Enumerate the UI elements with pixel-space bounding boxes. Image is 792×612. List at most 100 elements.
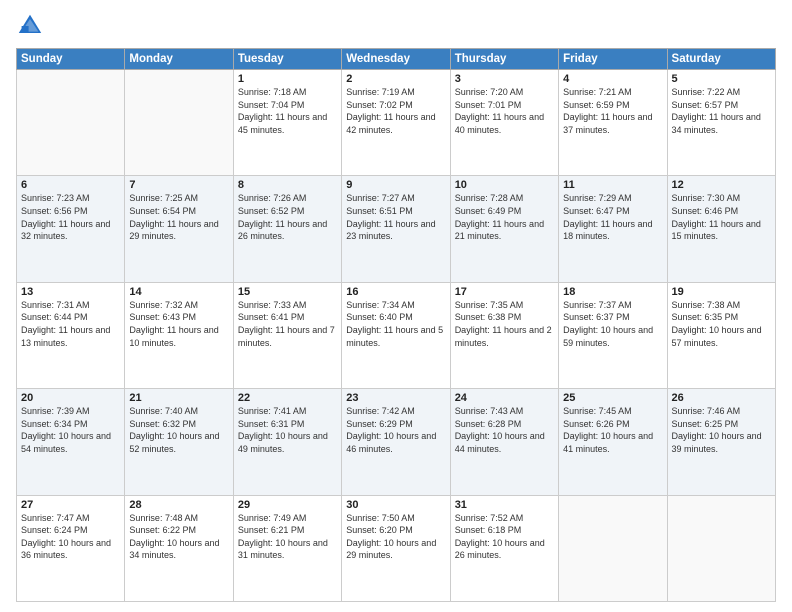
week-row-1: 1Sunrise: 7:18 AMSunset: 7:04 PMDaylight… bbox=[17, 70, 776, 176]
calendar-cell: 27Sunrise: 7:47 AMSunset: 6:24 PMDayligh… bbox=[17, 495, 125, 601]
week-row-5: 27Sunrise: 7:47 AMSunset: 6:24 PMDayligh… bbox=[17, 495, 776, 601]
calendar-cell: 31Sunrise: 7:52 AMSunset: 6:18 PMDayligh… bbox=[450, 495, 558, 601]
day-info: Sunrise: 7:32 AMSunset: 6:43 PMDaylight:… bbox=[129, 299, 228, 349]
calendar-cell: 5Sunrise: 7:22 AMSunset: 6:57 PMDaylight… bbox=[667, 70, 775, 176]
page: SundayMondayTuesdayWednesdayThursdayFrid… bbox=[0, 0, 792, 612]
day-info: Sunrise: 7:37 AMSunset: 6:37 PMDaylight:… bbox=[563, 299, 662, 349]
day-info: Sunrise: 7:21 AMSunset: 6:59 PMDaylight:… bbox=[563, 86, 662, 136]
weekday-header-saturday: Saturday bbox=[667, 49, 775, 70]
calendar-cell: 2Sunrise: 7:19 AMSunset: 7:02 PMDaylight… bbox=[342, 70, 450, 176]
calendar-cell bbox=[667, 495, 775, 601]
day-number: 1 bbox=[238, 73, 337, 85]
calendar-cell: 12Sunrise: 7:30 AMSunset: 6:46 PMDayligh… bbox=[667, 176, 775, 282]
day-number: 7 bbox=[129, 179, 228, 191]
day-info: Sunrise: 7:27 AMSunset: 6:51 PMDaylight:… bbox=[346, 192, 445, 242]
day-number: 20 bbox=[21, 392, 120, 404]
calendar-cell: 18Sunrise: 7:37 AMSunset: 6:37 PMDayligh… bbox=[559, 282, 667, 388]
day-number: 30 bbox=[346, 499, 445, 511]
week-row-2: 6Sunrise: 7:23 AMSunset: 6:56 PMDaylight… bbox=[17, 176, 776, 282]
calendar-cell: 3Sunrise: 7:20 AMSunset: 7:01 PMDaylight… bbox=[450, 70, 558, 176]
logo-icon bbox=[16, 12, 44, 40]
weekday-header-friday: Friday bbox=[559, 49, 667, 70]
weekday-header-tuesday: Tuesday bbox=[233, 49, 341, 70]
weekday-header-row: SundayMondayTuesdayWednesdayThursdayFrid… bbox=[17, 49, 776, 70]
day-info: Sunrise: 7:48 AMSunset: 6:22 PMDaylight:… bbox=[129, 512, 228, 562]
calendar-cell: 11Sunrise: 7:29 AMSunset: 6:47 PMDayligh… bbox=[559, 176, 667, 282]
day-number: 25 bbox=[563, 392, 662, 404]
day-number: 26 bbox=[672, 392, 771, 404]
day-info: Sunrise: 7:31 AMSunset: 6:44 PMDaylight:… bbox=[21, 299, 120, 349]
day-info: Sunrise: 7:22 AMSunset: 6:57 PMDaylight:… bbox=[672, 86, 771, 136]
calendar-cell: 4Sunrise: 7:21 AMSunset: 6:59 PMDaylight… bbox=[559, 70, 667, 176]
day-number: 2 bbox=[346, 73, 445, 85]
day-number: 22 bbox=[238, 392, 337, 404]
day-info: Sunrise: 7:18 AMSunset: 7:04 PMDaylight:… bbox=[238, 86, 337, 136]
calendar-cell bbox=[559, 495, 667, 601]
day-info: Sunrise: 7:42 AMSunset: 6:29 PMDaylight:… bbox=[346, 405, 445, 455]
day-info: Sunrise: 7:29 AMSunset: 6:47 PMDaylight:… bbox=[563, 192, 662, 242]
day-number: 6 bbox=[21, 179, 120, 191]
calendar-table: SundayMondayTuesdayWednesdayThursdayFrid… bbox=[16, 48, 776, 602]
day-number: 12 bbox=[672, 179, 771, 191]
calendar-cell: 21Sunrise: 7:40 AMSunset: 6:32 PMDayligh… bbox=[125, 389, 233, 495]
day-info: Sunrise: 7:45 AMSunset: 6:26 PMDaylight:… bbox=[563, 405, 662, 455]
day-number: 17 bbox=[455, 286, 554, 298]
day-info: Sunrise: 7:33 AMSunset: 6:41 PMDaylight:… bbox=[238, 299, 337, 349]
header bbox=[16, 12, 776, 40]
calendar-cell: 16Sunrise: 7:34 AMSunset: 6:40 PMDayligh… bbox=[342, 282, 450, 388]
day-info: Sunrise: 7:41 AMSunset: 6:31 PMDaylight:… bbox=[238, 405, 337, 455]
calendar-cell: 20Sunrise: 7:39 AMSunset: 6:34 PMDayligh… bbox=[17, 389, 125, 495]
day-info: Sunrise: 7:25 AMSunset: 6:54 PMDaylight:… bbox=[129, 192, 228, 242]
day-info: Sunrise: 7:47 AMSunset: 6:24 PMDaylight:… bbox=[21, 512, 120, 562]
day-number: 14 bbox=[129, 286, 228, 298]
day-number: 16 bbox=[346, 286, 445, 298]
weekday-header-monday: Monday bbox=[125, 49, 233, 70]
logo bbox=[16, 12, 48, 40]
day-info: Sunrise: 7:49 AMSunset: 6:21 PMDaylight:… bbox=[238, 512, 337, 562]
calendar-cell: 7Sunrise: 7:25 AMSunset: 6:54 PMDaylight… bbox=[125, 176, 233, 282]
day-number: 28 bbox=[129, 499, 228, 511]
day-number: 29 bbox=[238, 499, 337, 511]
day-number: 3 bbox=[455, 73, 554, 85]
week-row-3: 13Sunrise: 7:31 AMSunset: 6:44 PMDayligh… bbox=[17, 282, 776, 388]
weekday-header-thursday: Thursday bbox=[450, 49, 558, 70]
day-number: 11 bbox=[563, 179, 662, 191]
day-info: Sunrise: 7:52 AMSunset: 6:18 PMDaylight:… bbox=[455, 512, 554, 562]
day-number: 13 bbox=[21, 286, 120, 298]
calendar-cell: 28Sunrise: 7:48 AMSunset: 6:22 PMDayligh… bbox=[125, 495, 233, 601]
day-info: Sunrise: 7:46 AMSunset: 6:25 PMDaylight:… bbox=[672, 405, 771, 455]
calendar-cell: 9Sunrise: 7:27 AMSunset: 6:51 PMDaylight… bbox=[342, 176, 450, 282]
day-number: 21 bbox=[129, 392, 228, 404]
calendar-cell: 25Sunrise: 7:45 AMSunset: 6:26 PMDayligh… bbox=[559, 389, 667, 495]
calendar-cell: 30Sunrise: 7:50 AMSunset: 6:20 PMDayligh… bbox=[342, 495, 450, 601]
day-number: 18 bbox=[563, 286, 662, 298]
day-info: Sunrise: 7:26 AMSunset: 6:52 PMDaylight:… bbox=[238, 192, 337, 242]
day-info: Sunrise: 7:40 AMSunset: 6:32 PMDaylight:… bbox=[129, 405, 228, 455]
calendar-cell: 6Sunrise: 7:23 AMSunset: 6:56 PMDaylight… bbox=[17, 176, 125, 282]
day-info: Sunrise: 7:28 AMSunset: 6:49 PMDaylight:… bbox=[455, 192, 554, 242]
calendar-cell bbox=[17, 70, 125, 176]
day-number: 19 bbox=[672, 286, 771, 298]
day-info: Sunrise: 7:35 AMSunset: 6:38 PMDaylight:… bbox=[455, 299, 554, 349]
day-info: Sunrise: 7:50 AMSunset: 6:20 PMDaylight:… bbox=[346, 512, 445, 562]
weekday-header-wednesday: Wednesday bbox=[342, 49, 450, 70]
day-number: 9 bbox=[346, 179, 445, 191]
calendar-cell: 13Sunrise: 7:31 AMSunset: 6:44 PMDayligh… bbox=[17, 282, 125, 388]
day-info: Sunrise: 7:43 AMSunset: 6:28 PMDaylight:… bbox=[455, 405, 554, 455]
day-info: Sunrise: 7:39 AMSunset: 6:34 PMDaylight:… bbox=[21, 405, 120, 455]
day-number: 23 bbox=[346, 392, 445, 404]
day-info: Sunrise: 7:20 AMSunset: 7:01 PMDaylight:… bbox=[455, 86, 554, 136]
day-number: 5 bbox=[672, 73, 771, 85]
calendar-cell: 15Sunrise: 7:33 AMSunset: 6:41 PMDayligh… bbox=[233, 282, 341, 388]
calendar-cell: 22Sunrise: 7:41 AMSunset: 6:31 PMDayligh… bbox=[233, 389, 341, 495]
calendar-cell: 26Sunrise: 7:46 AMSunset: 6:25 PMDayligh… bbox=[667, 389, 775, 495]
weekday-header-sunday: Sunday bbox=[17, 49, 125, 70]
calendar-cell: 29Sunrise: 7:49 AMSunset: 6:21 PMDayligh… bbox=[233, 495, 341, 601]
calendar-cell: 8Sunrise: 7:26 AMSunset: 6:52 PMDaylight… bbox=[233, 176, 341, 282]
day-number: 24 bbox=[455, 392, 554, 404]
day-number: 15 bbox=[238, 286, 337, 298]
calendar-cell: 24Sunrise: 7:43 AMSunset: 6:28 PMDayligh… bbox=[450, 389, 558, 495]
day-info: Sunrise: 7:23 AMSunset: 6:56 PMDaylight:… bbox=[21, 192, 120, 242]
day-info: Sunrise: 7:19 AMSunset: 7:02 PMDaylight:… bbox=[346, 86, 445, 136]
calendar-cell: 14Sunrise: 7:32 AMSunset: 6:43 PMDayligh… bbox=[125, 282, 233, 388]
